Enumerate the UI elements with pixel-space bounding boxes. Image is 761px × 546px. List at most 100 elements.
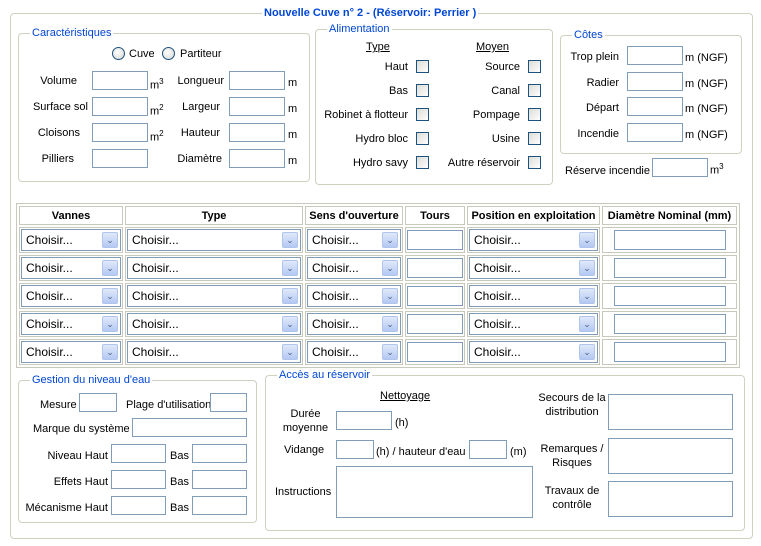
vannes-select[interactable]: Choisir... ⌄: [21, 341, 121, 363]
cloisons-input[interactable]: [92, 123, 148, 142]
tours-input[interactable]: [407, 342, 463, 362]
sens-select[interactable]: Choisir... ⌄: [307, 285, 401, 307]
type-select-value: Choisir...: [132, 345, 179, 359]
type-select-value: Choisir...: [132, 233, 179, 247]
type-4-checkbox[interactable]: [416, 156, 429, 169]
cote-1-unit: m (NGF): [685, 78, 728, 90]
type-select[interactable]: Choisir... ⌄: [127, 285, 301, 307]
diametre-input[interactable]: [613, 342, 726, 362]
cote-1-label: Radier: [586, 77, 619, 89]
volume-label: Volume: [40, 75, 77, 87]
position-select[interactable]: Choisir... ⌄: [469, 229, 598, 251]
diametre-input[interactable]: [229, 149, 285, 168]
chevron-down-icon: ⌄: [382, 260, 398, 276]
type-select[interactable]: Choisir... ⌄: [127, 257, 301, 279]
vannes-select[interactable]: Choisir... ⌄: [21, 285, 121, 307]
sens-select[interactable]: Choisir... ⌄: [307, 229, 401, 251]
partiteur-radio[interactable]: [162, 47, 175, 60]
type-1-checkbox[interactable]: [416, 84, 429, 97]
col-sens: Sens d'ouverture: [305, 206, 403, 225]
volume-input[interactable]: [92, 71, 148, 90]
diametre-input[interactable]: [613, 230, 726, 250]
position-select-value: Choisir...: [474, 233, 521, 247]
mecanisme-haut-input[interactable]: [111, 496, 166, 515]
type-select[interactable]: Choisir... ⌄: [127, 341, 301, 363]
travaux-textarea[interactable]: [608, 481, 733, 517]
pilliers-input[interactable]: [92, 149, 148, 168]
cote-2-input[interactable]: [627, 97, 683, 116]
cuve-radio-label: Cuve: [129, 48, 155, 60]
diametre-input[interactable]: [613, 286, 726, 306]
type-0-checkbox[interactable]: [416, 60, 429, 73]
cloisons-label: Cloisons: [37, 127, 80, 139]
vidange-label: Vidange: [284, 444, 325, 456]
mecanisme-bas-input[interactable]: [192, 496, 247, 515]
instructions-textarea[interactable]: [336, 466, 533, 518]
moyen-1-checkbox[interactable]: [528, 84, 541, 97]
alimentation-legend: Alimentation: [327, 23, 392, 35]
longueur-input[interactable]: [229, 71, 285, 90]
chevron-down-icon: ⌄: [282, 344, 298, 360]
effets-bas-input[interactable]: [192, 470, 247, 489]
surface-input[interactable]: [92, 97, 148, 116]
mesure-input[interactable]: [79, 393, 117, 412]
moyen-2-checkbox[interactable]: [528, 108, 541, 121]
marque-input[interactable]: [132, 418, 247, 437]
position-select-value: Choisir...: [474, 345, 521, 359]
type-3-checkbox[interactable]: [416, 132, 429, 145]
secours-label: Secours de la distribution: [538, 392, 606, 418]
vannes-select-value: Choisir...: [26, 289, 73, 303]
tours-input[interactable]: [407, 230, 463, 250]
position-select[interactable]: Choisir... ⌄: [469, 313, 598, 335]
cuve-radio[interactable]: [112, 47, 125, 60]
tours-input[interactable]: [407, 258, 463, 278]
hauteur-eau-unit: (m): [510, 446, 527, 458]
moyen-3-checkbox[interactable]: [528, 132, 541, 145]
chevron-down-icon: ⌄: [102, 316, 118, 332]
type-select[interactable]: Choisir... ⌄: [127, 229, 301, 251]
diametre-input[interactable]: [613, 258, 726, 278]
sens-select[interactable]: Choisir... ⌄: [307, 341, 401, 363]
effets-haut-input[interactable]: [111, 470, 166, 489]
chevron-down-icon: ⌄: [382, 316, 398, 332]
vannes-select[interactable]: Choisir... ⌄: [21, 257, 121, 279]
vannes-select[interactable]: Choisir... ⌄: [21, 313, 121, 335]
type-select-value: Choisir...: [132, 261, 179, 275]
niveau-bas-label: Bas: [170, 450, 189, 462]
hauteur-eau-input[interactable]: [469, 440, 507, 459]
niveau-bas-input[interactable]: [192, 444, 247, 463]
secours-textarea[interactable]: [608, 394, 733, 430]
vannes-select[interactable]: Choisir... ⌄: [21, 229, 121, 251]
position-cell: Choisir... ⌄: [467, 283, 600, 309]
moyen-4-checkbox[interactable]: [528, 156, 541, 169]
cote-1-input[interactable]: [627, 72, 683, 91]
position-select[interactable]: Choisir... ⌄: [469, 257, 598, 279]
type-cell: Choisir... ⌄: [125, 255, 303, 281]
duree-input[interactable]: [336, 411, 392, 430]
cote-3-input[interactable]: [627, 123, 683, 142]
cote-0-input[interactable]: [627, 46, 683, 65]
instructions-label: Instructions: [275, 486, 332, 498]
position-cell: Choisir... ⌄: [467, 311, 600, 337]
diametre-cell: [602, 283, 737, 309]
hauteur-input[interactable]: [229, 123, 285, 142]
position-select[interactable]: Choisir... ⌄: [469, 341, 598, 363]
largeur-input[interactable]: [229, 97, 285, 116]
niveau-haut-input[interactable]: [111, 444, 166, 463]
position-select[interactable]: Choisir... ⌄: [469, 285, 598, 307]
sens-select[interactable]: Choisir... ⌄: [307, 313, 401, 335]
tours-input[interactable]: [407, 314, 463, 334]
type-select[interactable]: Choisir... ⌄: [127, 313, 301, 335]
tours-input[interactable]: [407, 286, 463, 306]
mesure-label: Mesure: [40, 399, 77, 411]
vannes-select-value: Choisir...: [26, 345, 73, 359]
reserve-incendie-input[interactable]: [652, 158, 708, 177]
plage-input[interactable]: [210, 393, 247, 412]
vidange-input[interactable]: [336, 440, 374, 459]
moyen-0-checkbox[interactable]: [528, 60, 541, 73]
diametre-input[interactable]: [613, 314, 726, 334]
type-2-checkbox[interactable]: [416, 108, 429, 121]
sens-select[interactable]: Choisir... ⌄: [307, 257, 401, 279]
chevron-down-icon: ⌄: [579, 316, 595, 332]
remarques-textarea[interactable]: [608, 438, 733, 474]
